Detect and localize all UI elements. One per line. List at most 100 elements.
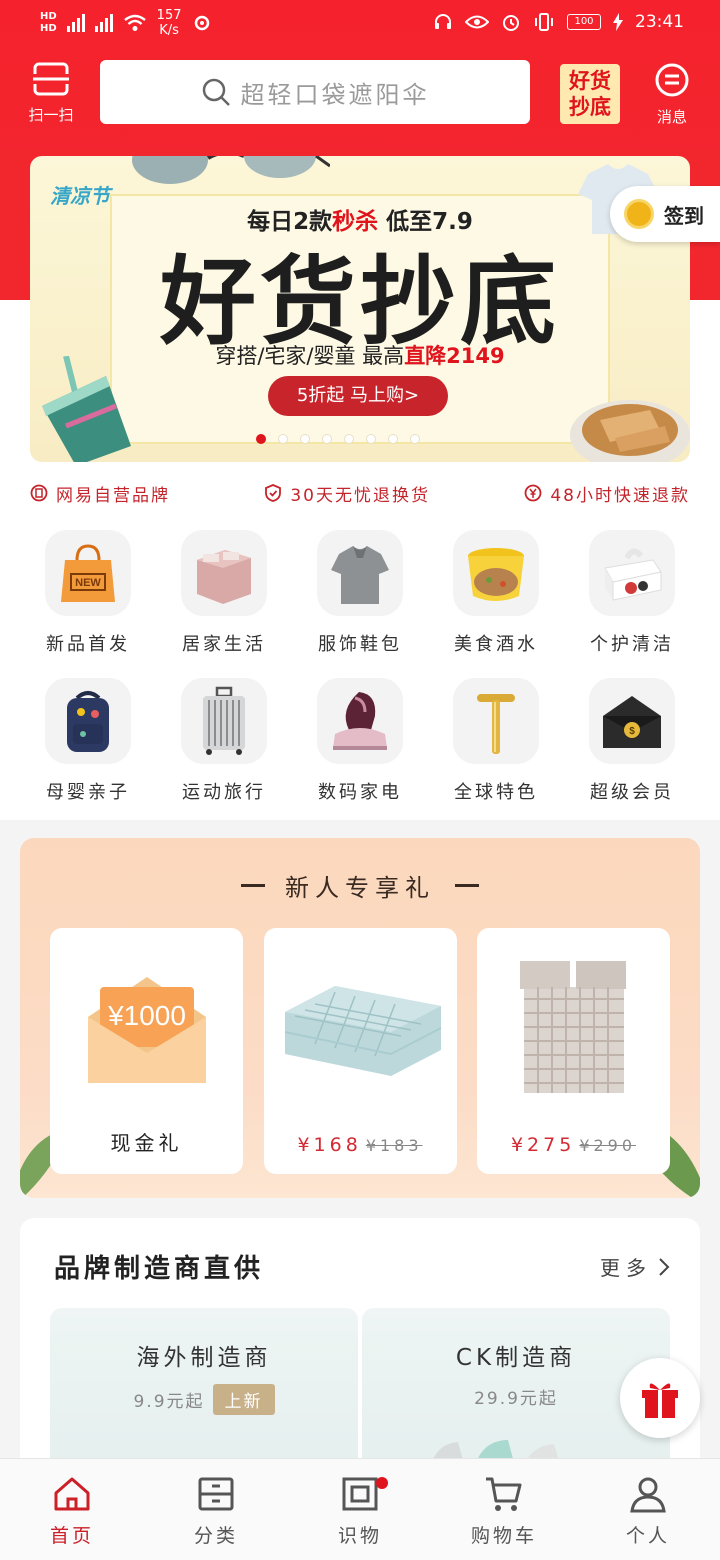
tab-label: 分类 (193, 1525, 238, 1547)
more-link[interactable]: 更多 (600, 1252, 670, 1281)
sunglasses-image (132, 156, 330, 184)
blanket-image (264, 952, 457, 1102)
network-tag-b: HD (40, 23, 57, 34)
gift-float-button[interactable] (620, 1358, 700, 1438)
vip-envelope-icon: $ (589, 678, 675, 764)
category-sports-travel[interactable]: 运动旅行 (156, 678, 292, 804)
scan-button[interactable]: 扫一扫 (20, 62, 82, 125)
category-food[interactable]: 美食酒水 (428, 530, 564, 656)
category-electronics[interactable]: 数码家电 (292, 678, 428, 804)
brand-box-price: 9.9元起 (133, 1392, 205, 1412)
net-speed-value: 157 (156, 8, 182, 23)
tab-profile[interactable]: 个人 (576, 1459, 720, 1560)
signin-label: 签到 (664, 203, 704, 228)
signin-button[interactable]: 签到 (610, 186, 720, 242)
banner-dot-active[interactable] (256, 434, 266, 444)
category-new-arrivals[interactable]: NEW 新品首发 (20, 530, 156, 656)
banner-pagination (256, 434, 420, 444)
shield-icon (265, 484, 282, 502)
category-baby[interactable]: 母婴亲子 (20, 678, 156, 804)
banner-dot[interactable] (388, 434, 398, 444)
promo-banner[interactable]: 清凉节 每日2款秒杀 低至7.9 好货抄底 穿搭/宅家/婴童 最高直降2149 … (30, 156, 690, 462)
newcomer-title: 新人专享礼 (20, 868, 700, 903)
biscotti-image (570, 400, 690, 462)
guarantee-label: 网易自营品牌 (56, 485, 170, 506)
category-label: 母婴亲子 (46, 782, 130, 803)
banner-dot[interactable] (278, 434, 288, 444)
message-icon (655, 63, 689, 97)
title-dash (455, 884, 479, 887)
banner-cta-button[interactable]: 5折起 马上购> (268, 376, 448, 416)
messages-button[interactable]: 消息 (644, 62, 700, 127)
category-apparel[interactable]: 服饰鞋包 (292, 530, 428, 656)
network-type: HD HD (40, 11, 57, 35)
tab-category[interactable]: 分类 (144, 1459, 288, 1560)
backpack-icon (45, 678, 131, 764)
banner-dot[interactable] (322, 434, 332, 444)
guarantee-label: 48小时快速退款 (550, 485, 690, 506)
guarantee-item: 30天无忧退换货 (264, 480, 430, 506)
guarantee-item: 网易自营品牌 (30, 480, 170, 506)
brand-box-sub: 9.9元起 上新 (50, 1384, 358, 1415)
guarantee-label: 30天无忧退换货 (290, 485, 430, 506)
banner-dot[interactable] (366, 434, 376, 444)
bottom-tab-bar: 首页 分类 识物 购物车 个人 (0, 1458, 720, 1560)
category-vip[interactable]: $ 超级会员 (564, 678, 700, 804)
mite-vacuum-icon (317, 678, 403, 764)
category-label: 超级会员 (590, 782, 674, 803)
category-label: 服饰鞋包 (318, 634, 402, 655)
profile-icon (630, 1477, 666, 1513)
bedding-icon (181, 530, 267, 616)
tab-discover[interactable]: 识物 (288, 1459, 432, 1560)
newcomer-item-blanket[interactable]: ¥168 ¥183 (263, 928, 457, 1174)
banner-dot[interactable] (344, 434, 354, 444)
category-label: 数码家电 (318, 782, 402, 803)
eye-icon (465, 15, 489, 29)
wifi-icon (123, 14, 146, 31)
svg-text:$: $ (629, 726, 635, 737)
signal-icon-2 (94, 14, 113, 32)
banner-dot[interactable] (410, 434, 420, 444)
original-price: ¥183 (365, 1136, 423, 1155)
price: ¥168 (297, 1134, 362, 1156)
brand-supplier-section: 品牌制造商直供 更多 海外制造商 9.9元起 上新 CK制造商 29.9元起 (20, 1218, 700, 1478)
home-icon (54, 1477, 90, 1511)
headphone-icon (435, 14, 451, 29)
messages-label: 消息 (656, 108, 687, 126)
category-global[interactable]: 全球特色 (428, 678, 564, 804)
network-tag-a: HD (40, 11, 57, 22)
newcomer-item-label: 现金礼 (110, 1131, 183, 1155)
promo-entry-button[interactable]: 好货 抄底 (560, 64, 620, 124)
newcomer-gift-card[interactable]: 新人专享礼 ¥1000 现金礼 ¥168 ¥183 ¥275 ¥290 (20, 838, 700, 1198)
brand-box-overseas[interactable]: 海外制造商 9.9元起 上新 (50, 1308, 358, 1478)
brand-box-price: 29.9元起 (474, 1389, 558, 1409)
shirt-icon (317, 530, 403, 616)
status-bar: HD HD 157 K/s 100 23:41 (0, 0, 720, 50)
tab-label: 识物 (337, 1525, 382, 1547)
tab-label: 购物车 (470, 1525, 537, 1547)
category-home[interactable]: 居家生活 (156, 530, 292, 656)
category-icon (198, 1477, 234, 1511)
noodle-icon (453, 530, 539, 616)
category-personal-care[interactable]: 个护清洁 (564, 530, 700, 656)
tab-label: 首页 (49, 1525, 94, 1547)
newcomer-item-bedset[interactable]: ¥275 ¥290 (477, 928, 670, 1174)
newcomer-item-cash[interactable]: ¥1000 现金礼 (50, 928, 243, 1174)
category-label: 新品首发 (46, 634, 130, 655)
category-label: 居家生活 (182, 634, 266, 655)
yen-icon (524, 484, 542, 502)
guarantee-item: 48小时快速退款 (524, 480, 690, 506)
banner-dot[interactable] (300, 434, 310, 444)
brand-icon (30, 484, 48, 502)
cup-image (42, 356, 131, 462)
search-bar[interactable]: 超轻口袋遮阳伞 (100, 60, 530, 124)
svg-text:NEW: NEW (75, 577, 101, 589)
section-title: 品牌制造商直供 (54, 1254, 265, 1284)
signal-icon (66, 14, 85, 32)
category-label: 美食酒水 (454, 634, 538, 655)
tab-cart[interactable]: 购物车 (432, 1459, 576, 1560)
tab-home[interactable]: 首页 (0, 1459, 144, 1560)
sync-icon (194, 15, 209, 31)
battery-indicator: 100 (567, 14, 601, 30)
original-price: ¥290 (579, 1136, 637, 1155)
